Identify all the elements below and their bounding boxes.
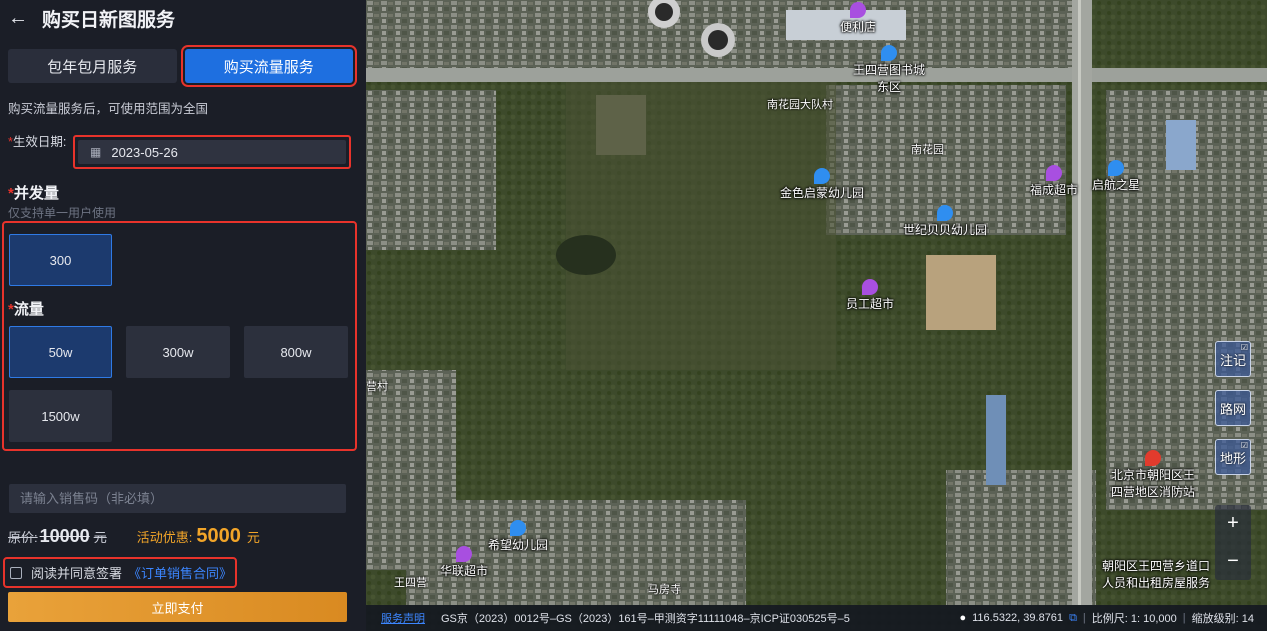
- promo-price-label: 活动优惠:: [136, 530, 193, 545]
- place-label-nanhuayuan: 南花园: [911, 144, 944, 156]
- tab-annual-monthly[interactable]: 包年包月服务: [8, 49, 177, 83]
- purchase-panel: ← 购买日新图服务 包年包月服务 购买流量服务 购买流量服务后，可使用范围为全国…: [0, 0, 366, 631]
- map-status-bar: 服务声明 GS京（2023）0012号–GS（2023）161号–甲测资字111…: [366, 605, 1267, 631]
- poi-jinse-kindergarten[interactable]: 金色启蒙幼儿园: [780, 168, 864, 201]
- divider: |: [1182, 612, 1186, 624]
- page-title: 购买日新图服务: [42, 9, 176, 31]
- school-icon: [814, 168, 830, 184]
- fire-station-icon: [1145, 450, 1161, 466]
- poi-staff-market[interactable]: 员工超市: [846, 279, 894, 312]
- location-pin-icon: ●: [959, 612, 967, 624]
- poi-service-station[interactable]: 朝阳区王四营乡道口 人员和出租房屋服务: [1102, 557, 1210, 591]
- checkbox-icon: ☑: [1240, 441, 1248, 450]
- poi-book-city[interactable]: 王四营图书城 东区: [853, 45, 925, 95]
- coords-readout: 116.5322, 39.8761: [972, 612, 1064, 624]
- copy-icon[interactable]: ⧉: [1069, 612, 1077, 625]
- shop-icon: [862, 279, 878, 295]
- agreement-row: 阅读并同意签署 《订单销售合同》: [3, 557, 237, 588]
- effective-date-field[interactable]: ▦ 2023-05-26: [73, 135, 351, 169]
- effective-date-label: *生效日期:: [8, 135, 67, 149]
- sales-code-input[interactable]: [9, 484, 346, 513]
- poi-xiwang-kindergarten[interactable]: 希望幼儿园: [488, 520, 548, 553]
- shop-icon: [850, 2, 866, 18]
- price-row: 原价: 10000 元 活动优惠: 5000 元: [8, 525, 348, 553]
- poi-qihang-star[interactable]: 启航之星: [1092, 160, 1140, 193]
- tab-traffic-purchase[interactable]: 购买流量服务: [180, 45, 357, 87]
- school-icon: [937, 205, 953, 221]
- calendar-icon: ▦: [90, 145, 102, 159]
- header: ← 购买日新图服务: [8, 5, 175, 31]
- concurrency-subtitle: 仅支持单一用户使用: [8, 206, 117, 220]
- place-label-mafangsi: 马房寺: [648, 584, 681, 596]
- poi-hualian-market[interactable]: 华联超市: [440, 546, 488, 579]
- contract-link[interactable]: 《订单销售合同》: [128, 563, 232, 582]
- checkbox-icon: ☑: [1240, 343, 1248, 352]
- pay-button[interactable]: 立即支付: [8, 592, 347, 622]
- zoom-level-readout: 缩放级别: 14: [1191, 613, 1254, 625]
- effective-date-value: 2023-05-26: [111, 144, 178, 160]
- concurrency-option-300[interactable]: 300: [9, 234, 112, 286]
- shop-icon: [1046, 165, 1062, 181]
- service-declaration-link[interactable]: 服务声明: [381, 610, 425, 626]
- flow-title: *流量: [8, 301, 44, 318]
- book-icon: [881, 45, 897, 61]
- flow-option-800w[interactable]: 800w: [244, 326, 348, 378]
- flow-option-1500w[interactable]: 1500w: [9, 390, 112, 442]
- place-label-wangsiying: 王四营: [394, 577, 427, 589]
- agreement-checkbox[interactable]: [10, 566, 22, 579]
- layer-roads-toggle[interactable]: 路网: [1215, 390, 1251, 426]
- place-label-yingcun: 营村: [366, 381, 388, 393]
- poi-shiji-kindergarten[interactable]: 世纪贝贝幼儿园: [903, 205, 987, 238]
- poi-convenience-store[interactable]: 便利店: [840, 2, 876, 35]
- promo-price-value: 5000: [196, 525, 241, 547]
- flow-option-50w[interactable]: 50w: [9, 326, 112, 378]
- zoom-out-button[interactable]: −: [1215, 543, 1251, 581]
- poi-fire-station[interactable]: 北京市朝阳区王 四营地区消防站: [1111, 450, 1195, 500]
- service-tabs: 包年包月服务 购买流量服务: [8, 45, 357, 87]
- original-price-value: 10000: [39, 526, 90, 546]
- school-icon: [510, 520, 526, 536]
- original-price-label: 原价:: [8, 530, 38, 545]
- layer-labels-toggle[interactable]: ☑ 注记: [1215, 341, 1251, 377]
- map-license-text: GS京（2023）0012号–GS（2023）161号–甲测资字11111048…: [441, 613, 850, 625]
- layer-terrain-toggle[interactable]: ☑ 地形: [1215, 439, 1251, 475]
- school-icon: [1108, 160, 1124, 176]
- zoom-in-button[interactable]: +: [1215, 505, 1251, 543]
- agreement-text: 阅读并同意签署: [31, 566, 123, 581]
- original-price-unit: 元: [93, 530, 107, 545]
- place-label-nanhuayuan-village: 南花园大队村: [767, 99, 833, 111]
- concurrency-title: *并发量: [8, 185, 59, 202]
- service-note: 购买流量服务后，可使用范围为全国: [8, 102, 209, 116]
- satellite-map[interactable]: 便利店 王四营图书城 东区 南花园大队村 南花园 金色启蒙幼儿园 福成超市 启航…: [366, 0, 1267, 631]
- poi-fucheng-market[interactable]: 福成超市: [1030, 165, 1078, 198]
- promo-price-unit: 元: [246, 530, 260, 545]
- shop-icon: [456, 546, 472, 562]
- flow-option-300w[interactable]: 300w: [126, 326, 230, 378]
- scale-readout: 比例尺: 1: 10,000: [1091, 613, 1177, 625]
- zoom-control: + −: [1215, 505, 1251, 580]
- arrow-left-icon[interactable]: ←: [8, 7, 28, 30]
- divider: |: [1082, 612, 1086, 624]
